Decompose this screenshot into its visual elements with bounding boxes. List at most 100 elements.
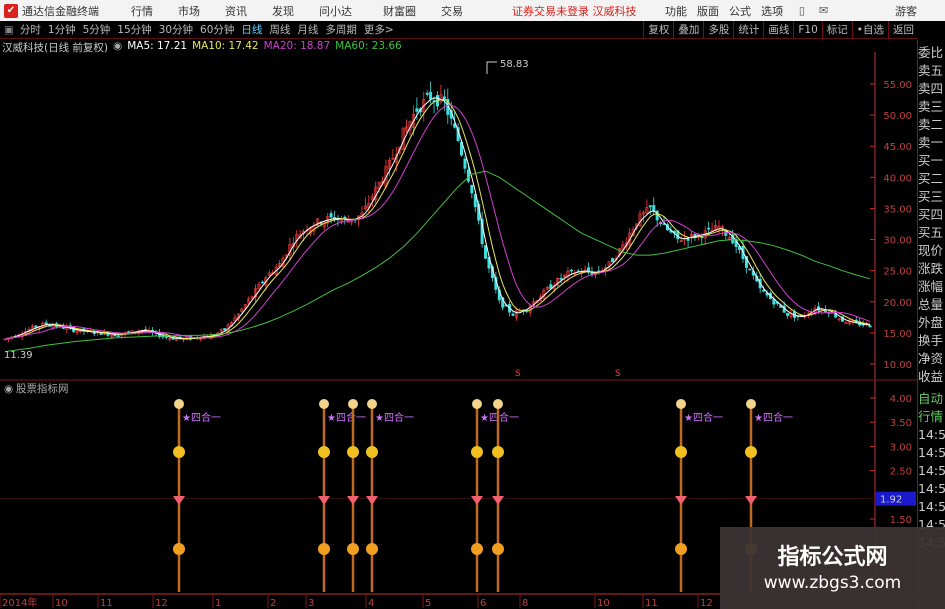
quote-label: 委比 [918, 45, 944, 60]
layout-icon[interactable]: ▣ [4, 24, 14, 36]
y-tick-label: 25.00 [883, 267, 912, 278]
date-label: 11 [100, 598, 113, 609]
menu-item[interactable]: 市场 [178, 3, 200, 19]
menu-item[interactable]: 功能 [665, 3, 687, 19]
quote-label: 自动 [918, 391, 944, 406]
kline-chart[interactable]: 55.00 50.00 45.00 40.00 35.00 30.00 25.00 20.00… [0, 52, 917, 609]
current-value: 1.92 [880, 495, 902, 506]
signal-label: ★四合一 [327, 411, 366, 424]
signal-label: ★四合一 [182, 411, 221, 424]
period-tab[interactable]: 分时 [20, 22, 41, 37]
watermark: 指标公式网 www.zbgs3.com [720, 527, 945, 609]
menu-item[interactable]: 行情 [131, 3, 153, 19]
y-tick-label: 45.00 [883, 142, 912, 153]
y-tick-label: 55.00 [883, 80, 912, 91]
diamond-icon [492, 496, 504, 505]
indicator-tick-label: 2.50 [890, 467, 912, 478]
app-title: 通达信金融终端 [22, 4, 99, 18]
signal-label: ★四合一 [684, 411, 723, 424]
message-icon[interactable]: ✉ [819, 4, 828, 17]
money-bag-icon [493, 399, 503, 409]
diamond-icon [471, 496, 483, 505]
smiley-icon [366, 446, 378, 458]
candle [511, 313, 515, 316]
menu-item[interactable]: 公式 [729, 3, 751, 19]
date-label: 2014年 [2, 596, 37, 609]
y-tick-label: 20.00 [883, 298, 912, 309]
candle [429, 91, 433, 100]
period-tab[interactable]: 15分钟 [117, 22, 151, 37]
smiley-icon [347, 446, 359, 458]
quote-label: 现价 [918, 243, 944, 258]
user-button[interactable]: 游客 [895, 3, 917, 19]
date-label: 12 [155, 598, 168, 609]
menu-item[interactable]: 交易 [441, 3, 463, 19]
date-label: 11 [645, 598, 658, 609]
quote-label: 卖二 [918, 117, 944, 132]
quote-label: 买四 [918, 207, 944, 222]
indicator-settings-icon[interactable]: ◉ [4, 383, 13, 395]
event-marker-icon[interactable]: S [515, 369, 521, 379]
candle [707, 227, 711, 230]
event-marker-icon[interactable]: S [615, 369, 621, 379]
period-tab[interactable]: 1分钟 [48, 22, 76, 37]
up-arrow-icon [471, 543, 483, 555]
login-status[interactable]: 证券交易未登录 汉威科技 [512, 3, 637, 19]
skin-icon[interactable]: ♤ [775, 4, 785, 17]
up-arrow-icon [347, 543, 359, 555]
candle [786, 312, 790, 316]
period-tab[interactable]: 月线 [297, 22, 318, 37]
period-tab[interactable]: 更多> [364, 22, 394, 37]
money-bag-icon [746, 399, 756, 409]
period-tab[interactable]: 周线 [269, 22, 290, 37]
toolbar-button[interactable]: 复权 [643, 21, 673, 39]
menu-item[interactable]: 资讯 [225, 3, 247, 19]
toolbar-button[interactable]: F10 [793, 21, 821, 39]
toolbar-button[interactable]: 叠加 [673, 21, 703, 39]
ma10-line [4, 99, 871, 340]
menu-bar: ✔ 通达信金融终端 行情 市场 资讯 发现 问小达 财富圈 交易 证券交易未登录 汉威科技 … [0, 0, 945, 21]
ma5-line [4, 97, 871, 340]
period-tab[interactable]: 30分钟 [159, 22, 193, 37]
quote-label: 总量 [918, 297, 944, 312]
toolbar-button[interactable]: 统计 [733, 21, 763, 39]
y-tick-label: 35.00 [883, 204, 912, 215]
candle [466, 169, 470, 182]
period-tab[interactable]: 多周期 [325, 22, 357, 37]
y-tick-label: 10.00 [883, 360, 912, 371]
menu-item[interactable]: 财富圈 [383, 3, 416, 19]
diamond-icon [675, 496, 687, 505]
candle [648, 205, 652, 208]
smiley-icon [173, 446, 185, 458]
date-label: 8 [522, 598, 528, 609]
toolbar-button[interactable]: 标记 [821, 21, 852, 39]
quote-label: 买五 [918, 225, 944, 240]
menu-item[interactable]: 发现 [272, 3, 294, 19]
period-tab[interactable]: 5分钟 [83, 22, 111, 37]
smiley-icon [745, 446, 757, 458]
toolbar-button[interactable]: 多股 [703, 21, 733, 39]
date-label: 6 [480, 598, 486, 609]
period-tab[interactable]: 60分钟 [200, 22, 234, 37]
period-tab[interactable]: 日线 [241, 22, 262, 37]
date-label: 1 [215, 598, 221, 609]
quote-label: 买三 [918, 189, 944, 204]
y-tick-label: 50.00 [883, 111, 912, 122]
ma60-line [4, 170, 871, 353]
y-tick-label: 30.00 [883, 236, 912, 247]
menu-item[interactable]: 版面 [697, 3, 719, 19]
phone-icon[interactable]: ▯ [799, 4, 805, 17]
toolbar-button[interactable]: 画线 [763, 21, 793, 39]
menu-item[interactable]: 问小达 [319, 3, 352, 19]
quote-label: 14:56 [918, 463, 945, 478]
diamond-icon [173, 496, 185, 505]
candle [329, 213, 333, 218]
logo-icon: ✔ [4, 3, 18, 18]
quote-label: 14:56 [918, 499, 945, 514]
toolbar-button[interactable]: 返回 [888, 21, 918, 39]
quote-label: 卖三 [918, 99, 944, 114]
indicator-tick-label: 1.50 [890, 515, 912, 526]
toolbar-button[interactable]: •自选 [851, 21, 888, 39]
date-label: 10 [597, 598, 610, 609]
candle [116, 335, 120, 337]
